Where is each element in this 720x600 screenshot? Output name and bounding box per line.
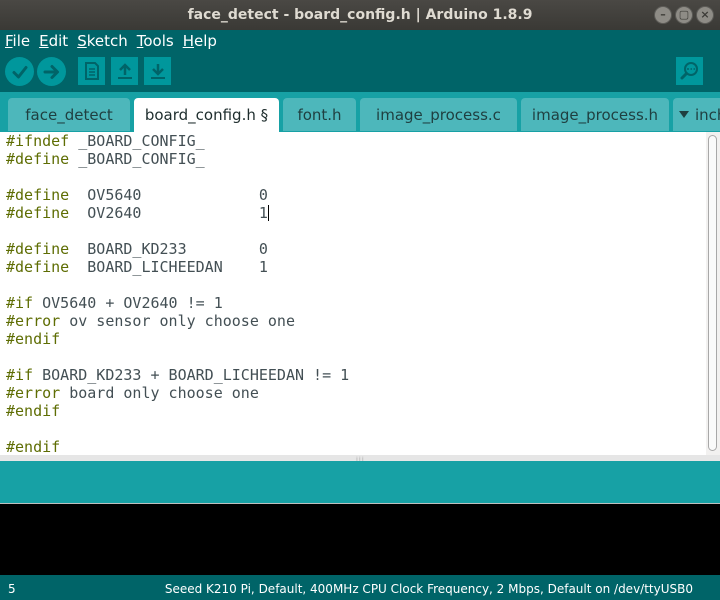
menu-edit[interactable]: Edit bbox=[39, 32, 68, 50]
line-number: 5 bbox=[8, 582, 16, 596]
open-button[interactable] bbox=[111, 57, 138, 85]
menu-sketch[interactable]: Sketch bbox=[77, 32, 128, 50]
code-text-span: board only choose one bbox=[60, 384, 259, 402]
tab-overflow-label: inch bbox=[695, 105, 720, 124]
code-line[interactable]: #endif bbox=[6, 402, 349, 420]
preprocessor-keyword: #endif bbox=[6, 438, 61, 455]
verify-icon bbox=[12, 65, 27, 78]
code-line[interactable]: #endif bbox=[6, 438, 349, 455]
window-controls: – ▢ × bbox=[654, 6, 714, 24]
code-text-span: ov sensor only choose one bbox=[60, 312, 295, 330]
close-button[interactable]: × bbox=[696, 6, 714, 24]
maximize-button[interactable]: ▢ bbox=[675, 6, 693, 24]
preprocessor-keyword: #if bbox=[6, 366, 34, 384]
code-editor[interactable]: #ifndef _BOARD_CONFIG_ #define _BOARD_CON… bbox=[0, 132, 720, 455]
tab-menu-arrow-icon[interactable] bbox=[679, 111, 689, 118]
code-line[interactable]: #error board only choose one bbox=[6, 384, 349, 402]
code-text[interactable]: #ifndef _BOARD_CONFIG_ #define _BOARD_CON… bbox=[6, 132, 349, 455]
message-area bbox=[0, 461, 720, 503]
code-text-span: _BOARD_CONFIG_ bbox=[69, 132, 205, 150]
code-line[interactable]: #define _BOARD_CONFIG_ bbox=[6, 150, 349, 168]
code-line[interactable]: #define OV2640 1 bbox=[6, 204, 349, 222]
window-titlebar: face_detect - board_config.h | Arduino 1… bbox=[0, 0, 720, 30]
code-line[interactable]: #ifndef _BOARD_CONFIG_ bbox=[6, 132, 349, 150]
open-icon bbox=[117, 63, 132, 79]
preprocessor-keyword: #error bbox=[6, 384, 61, 402]
verify-button[interactable] bbox=[5, 57, 34, 86]
tab-image-process-h[interactable]: image_process.h bbox=[521, 98, 669, 131]
editor-scrollbar[interactable] bbox=[706, 132, 720, 455]
menu-tools[interactable]: Tools bbox=[137, 32, 174, 50]
code-line[interactable] bbox=[6, 420, 349, 438]
tab-image-process-c[interactable]: image_process.c bbox=[360, 98, 517, 131]
preprocessor-keyword: #define bbox=[6, 204, 70, 222]
tab-font-h[interactable]: font.h bbox=[283, 98, 356, 131]
preprocessor-keyword: #if bbox=[6, 294, 34, 312]
code-text-span: BOARD_KD233 + BOARD_LICHEEDAN != 1 bbox=[33, 366, 350, 384]
board-info: Seeed K210 Pi, Default, 400MHz CPU Clock… bbox=[164, 582, 693, 596]
code-text-span: OV5640 0 bbox=[69, 186, 268, 204]
serial-monitor-icon bbox=[680, 62, 698, 80]
serial-monitor-button[interactable] bbox=[676, 57, 703, 85]
preprocessor-keyword: #endif bbox=[6, 330, 61, 348]
menu-file[interactable]: File bbox=[5, 32, 30, 50]
console-output[interactable] bbox=[0, 503, 720, 575]
tab-board-config-h[interactable]: board_config.h § bbox=[134, 98, 279, 132]
preprocessor-keyword: #define bbox=[6, 150, 70, 168]
code-line[interactable] bbox=[6, 222, 349, 240]
new-button[interactable] bbox=[78, 57, 105, 85]
code-text-span: BOARD_KD233 0 bbox=[69, 240, 268, 258]
new-icon bbox=[84, 62, 99, 80]
status-bar: 5 Seeed K210 Pi, Default, 400MHz CPU Clo… bbox=[0, 575, 720, 600]
code-line[interactable]: #if BOARD_KD233 + BOARD_LICHEEDAN != 1 bbox=[6, 366, 349, 384]
window-title: face_detect - board_config.h | Arduino 1… bbox=[187, 7, 533, 23]
tab-face-detect[interactable]: face_detect bbox=[8, 98, 130, 131]
scrollbar-thumb[interactable] bbox=[708, 135, 717, 451]
minimize-button[interactable]: – bbox=[654, 6, 672, 24]
save-icon bbox=[150, 64, 165, 79]
preprocessor-keyword: #ifndef bbox=[6, 132, 70, 150]
code-line[interactable] bbox=[6, 276, 349, 294]
menu-bar: File Edit Sketch Tools Help bbox=[0, 30, 720, 52]
preprocessor-keyword: #define bbox=[6, 258, 70, 276]
upload-icon bbox=[43, 64, 59, 79]
preprocessor-keyword: #define bbox=[6, 186, 70, 204]
code-line[interactable] bbox=[6, 348, 349, 366]
code-text-span: _BOARD_CONFIG_ bbox=[69, 150, 205, 168]
preprocessor-keyword: #error bbox=[6, 312, 61, 330]
toolbar bbox=[0, 52, 720, 92]
save-button[interactable] bbox=[144, 57, 171, 85]
tab-overflow[interactable]: inch bbox=[673, 98, 720, 131]
upload-button[interactable] bbox=[37, 57, 66, 86]
code-line[interactable]: #define BOARD_KD233 0 bbox=[6, 240, 349, 258]
code-text-span: OV5640 + OV2640 != 1 bbox=[33, 294, 223, 312]
preprocessor-keyword: #endif bbox=[6, 402, 61, 420]
preprocessor-keyword: #define bbox=[6, 240, 70, 258]
code-text-span: OV2640 1 bbox=[69, 204, 268, 222]
code-line[interactable]: #define OV5640 0 bbox=[6, 186, 349, 204]
code-line[interactable] bbox=[6, 168, 349, 186]
tab-bar: face_detect board_config.h § font.h imag… bbox=[0, 92, 720, 132]
code-line[interactable]: #endif bbox=[6, 330, 349, 348]
text-caret bbox=[267, 205, 269, 221]
code-line[interactable]: #define BOARD_LICHEEDAN 1 bbox=[6, 258, 349, 276]
code-line[interactable]: #if OV5640 + OV2640 != 1 bbox=[6, 294, 349, 312]
menu-help[interactable]: Help bbox=[183, 32, 217, 50]
code-text-span: BOARD_LICHEEDAN 1 bbox=[69, 258, 268, 276]
code-line[interactable]: #error ov sensor only choose one bbox=[6, 312, 349, 330]
